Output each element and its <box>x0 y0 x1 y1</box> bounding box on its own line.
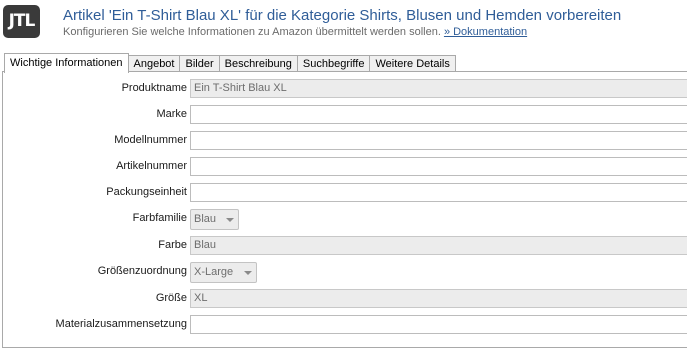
groesse-field[interactable]: XL <box>190 289 687 308</box>
documentation-link[interactable]: » Dokumentation <box>444 26 527 38</box>
subtitle-text: Konfigurieren Sie welche Informationen z… <box>63 26 441 38</box>
groessenzuordnung-select[interactable]: X-Large <box>190 262 257 283</box>
tab-suchbegriffe[interactable]: Suchbegriffe <box>296 55 371 72</box>
row-modellnummer: Modellnummer <box>0 131 687 152</box>
tab-beschreibung[interactable]: Beschreibung <box>218 55 298 72</box>
row-packungseinheit: Packungseinheit <box>0 183 687 204</box>
tab-weitere-details[interactable]: Weitere Details <box>369 55 456 72</box>
groessenzuordnung-label: Größenzuordnung <box>97 265 187 277</box>
farbe-field[interactable]: Blau <box>190 236 687 255</box>
row-produktname: Produktname Ein T-Shirt Blau XL <box>0 79 687 100</box>
row-marke: Marke <box>0 105 687 126</box>
row-farbe: Farbe Blau <box>0 236 687 257</box>
row-groessenzuordnung: Größenzuordnung X-Large <box>0 262 687 283</box>
page-title: Artikel 'Ein T-Shirt Blau XL' für die Ka… <box>63 7 622 24</box>
groessenzuordnung-value: X-Large <box>194 266 234 278</box>
modellnummer-field[interactable] <box>190 131 687 150</box>
header: JTL Artikel 'Ein T-Shirt Blau XL' für di… <box>0 0 687 46</box>
produktname-label: Produktname <box>121 82 187 94</box>
tab-wichtige-informationen[interactable]: Wichtige Informationen <box>4 53 129 73</box>
artikelnummer-label: Artikelnummer <box>116 160 187 172</box>
packungseinheit-label: Packungseinheit <box>106 186 187 198</box>
materialzusammensetzung-label: Materialzusammensetzung <box>55 318 187 330</box>
farbfamilie-select[interactable]: Blau <box>190 209 239 230</box>
row-farbfamilie: Farbfamilie Blau <box>0 209 687 230</box>
chevron-down-icon <box>244 271 252 275</box>
tab-angebot[interactable]: Angebot <box>127 55 181 72</box>
jtl-logo: JTL <box>3 5 40 38</box>
page-subtitle: Konfigurieren Sie welche Informationen z… <box>63 26 527 38</box>
chevron-down-icon <box>226 218 234 222</box>
packungseinheit-field[interactable] <box>190 183 687 202</box>
tab-bar: Wichtige Informationen Angebot Bilder Be… <box>4 53 456 73</box>
logo-text: JTL <box>8 11 36 31</box>
row-groesse: Größe XL <box>0 289 687 310</box>
materialzusammensetzung-field[interactable] <box>190 315 687 334</box>
artikelnummer-field[interactable] <box>190 157 687 176</box>
farbe-label: Farbe <box>158 239 187 251</box>
farbfamilie-value: Blau <box>194 213 217 225</box>
tab-bilder[interactable]: Bilder <box>179 55 220 72</box>
row-artikelnummer: Artikelnummer <box>0 157 687 178</box>
marke-field[interactable] <box>190 105 687 124</box>
marke-label: Marke <box>156 108 187 120</box>
farbfamilie-label: Farbfamilie <box>132 212 187 224</box>
groesse-label: Größe <box>155 292 187 304</box>
produktname-field[interactable]: Ein T-Shirt Blau XL <box>190 79 687 98</box>
row-materialzusammensetzung: Materialzusammensetzung <box>0 315 687 336</box>
modellnummer-label: Modellnummer <box>114 134 187 146</box>
